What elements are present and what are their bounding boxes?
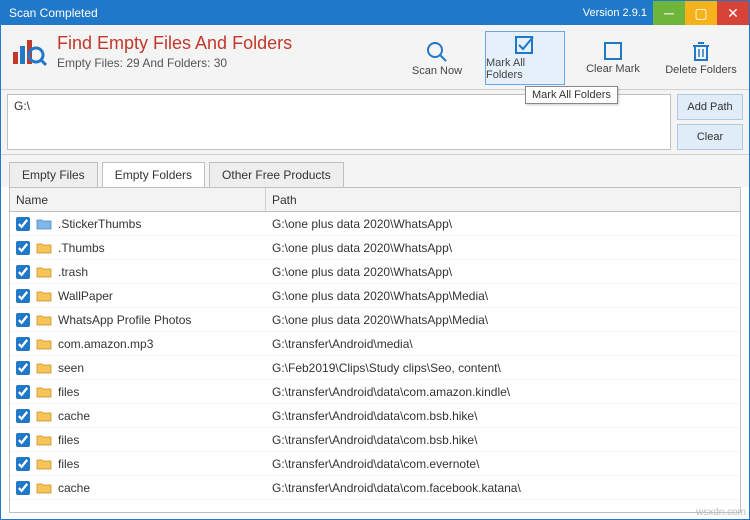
row-path: G:\transfer\Android\data\com.bsb.hike\	[266, 433, 740, 447]
folder-icon	[36, 313, 52, 327]
folder-icon	[36, 481, 52, 495]
table-row[interactable]: seen G:\Feb2019\Clips\Study clips\Seo, co…	[10, 356, 740, 380]
row-name: files	[58, 433, 79, 447]
table-body[interactable]: .StickerThumbs G:\one plus data 2020\What…	[10, 212, 740, 512]
page-title: Find Empty Files And Folders	[57, 33, 389, 54]
row-name: com.amazon.mp3	[58, 337, 153, 351]
row-checkbox[interactable]	[16, 241, 30, 255]
row-name: seen	[58, 361, 84, 375]
folder-icon	[36, 241, 52, 255]
table-header: Name Path	[10, 188, 740, 212]
table-row[interactable]: .StickerThumbs G:\one plus data 2020\What…	[10, 212, 740, 236]
column-header-path[interactable]: Path	[266, 188, 740, 211]
app-logo-icon	[9, 31, 49, 71]
row-name: .Thumbs	[58, 241, 105, 255]
minimize-button[interactable]: ─	[653, 1, 685, 25]
search-icon	[424, 39, 450, 63]
table-row[interactable]: com.amazon.mp3 G:\transfer\Android\media\	[10, 332, 740, 356]
delete-folders-label: Delete Folders	[665, 64, 737, 76]
row-checkbox[interactable]	[16, 265, 30, 279]
close-button[interactable]: ✕	[717, 1, 749, 25]
row-checkbox[interactable]	[16, 337, 30, 351]
trash-icon	[690, 40, 712, 62]
clear-path-button[interactable]: Clear	[677, 124, 743, 150]
delete-folders-button[interactable]: Delete Folders	[661, 31, 741, 85]
tab-strip: Empty Files Empty Folders Other Free Pro…	[1, 155, 749, 187]
table-row[interactable]: WhatsApp Profile Photos G:\one plus data …	[10, 308, 740, 332]
folder-icon	[36, 409, 52, 423]
row-name: cache	[58, 481, 90, 495]
tab-empty-files[interactable]: Empty Files	[9, 162, 98, 187]
add-path-button[interactable]: Add Path	[677, 94, 743, 120]
row-path: G:\one plus data 2020\WhatsApp\	[266, 217, 740, 231]
table-row[interactable]: WallPaper G:\one plus data 2020\WhatsApp\…	[10, 284, 740, 308]
folder-icon	[36, 433, 52, 447]
tooltip-mark-all: Mark All Folders	[525, 86, 618, 104]
row-checkbox[interactable]	[16, 313, 30, 327]
folder-icon	[36, 289, 52, 303]
maximize-button[interactable]: ▢	[685, 1, 717, 25]
row-name: cache	[58, 409, 90, 423]
folder-icon	[36, 361, 52, 375]
folder-icon	[36, 385, 52, 399]
row-checkbox[interactable]	[16, 433, 30, 447]
row-checkbox[interactable]	[16, 409, 30, 423]
row-path: G:\Feb2019\Clips\Study clips\Seo, conten…	[266, 361, 740, 375]
folder-icon	[36, 457, 52, 471]
row-name: WallPaper	[58, 289, 113, 303]
table-row[interactable]: files G:\transfer\Android\data\com.amazon…	[10, 380, 740, 404]
watermark: wsxdn.com	[696, 507, 746, 518]
clear-mark-label: Clear Mark	[586, 63, 640, 75]
path-row: G:\ Add Path Clear	[1, 90, 749, 155]
folder-icon	[36, 265, 52, 279]
checkbox-empty-icon	[601, 41, 625, 61]
row-checkbox[interactable]	[16, 361, 30, 375]
table-row[interactable]: files G:\transfer\Android\data\com.everno…	[10, 452, 740, 476]
row-checkbox[interactable]	[16, 457, 30, 471]
version-label: Version 2.9.1	[583, 7, 653, 19]
header: Find Empty Files And Folders Empty Files…	[1, 25, 749, 90]
row-name: .StickerThumbs	[58, 217, 141, 231]
row-checkbox[interactable]	[16, 385, 30, 399]
title-bar: Scan Completed Version 2.9.1 ─ ▢ ✕	[1, 1, 749, 25]
row-name: files	[58, 385, 79, 399]
scan-summary: Empty Files: 29 And Folders: 30	[57, 56, 389, 70]
table-row[interactable]: files G:\transfer\Android\data\com.bsb.hi…	[10, 428, 740, 452]
row-checkbox[interactable]	[16, 289, 30, 303]
folder-icon	[36, 217, 52, 231]
results-table: Name Path .StickerThumbs G:\one plus data…	[9, 187, 741, 513]
column-header-name[interactable]: Name	[10, 188, 266, 211]
mark-all-folders-button[interactable]: Mark All Folders	[485, 31, 565, 85]
checkbox-checked-icon	[513, 35, 537, 55]
row-checkbox[interactable]	[16, 481, 30, 495]
window-title: Scan Completed	[1, 6, 583, 20]
row-checkbox[interactable]	[16, 217, 30, 231]
row-path: G:\transfer\Android\data\com.evernote\	[266, 457, 740, 471]
table-row[interactable]: .Thumbs G:\one plus data 2020\WhatsApp\	[10, 236, 740, 260]
row-path: G:\transfer\Android\data\com.amazon.kind…	[266, 385, 740, 399]
tab-other-products[interactable]: Other Free Products	[209, 162, 344, 187]
row-path: G:\transfer\Android\media\	[266, 337, 740, 351]
row-name: files	[58, 457, 79, 471]
clear-mark-button[interactable]: Clear Mark	[573, 31, 653, 85]
row-name: WhatsApp Profile Photos	[58, 313, 191, 327]
row-path: G:\one plus data 2020\WhatsApp\	[266, 265, 740, 279]
table-row[interactable]: cache G:\transfer\Android\data\com.facebo…	[10, 476, 740, 500]
row-path: G:\transfer\Android\data\com.facebook.ka…	[266, 481, 740, 495]
folder-icon	[36, 337, 52, 351]
row-name: .trash	[58, 265, 88, 279]
row-path: G:\one plus data 2020\WhatsApp\	[266, 241, 740, 255]
scan-now-button[interactable]: Scan Now	[397, 31, 477, 85]
row-path: G:\transfer\Android\data\com.bsb.hike\	[266, 409, 740, 423]
scan-now-label: Scan Now	[412, 65, 462, 77]
row-path: G:\one plus data 2020\WhatsApp\Media\	[266, 313, 740, 327]
mark-all-label: Mark All Folders	[486, 57, 564, 81]
table-row[interactable]: cache G:\transfer\Android\data\com.bsb.hi…	[10, 404, 740, 428]
table-row[interactable]: .trash G:\one plus data 2020\WhatsApp\	[10, 260, 740, 284]
row-path: G:\one plus data 2020\WhatsApp\Media\	[266, 289, 740, 303]
tab-empty-folders[interactable]: Empty Folders	[102, 162, 205, 188]
